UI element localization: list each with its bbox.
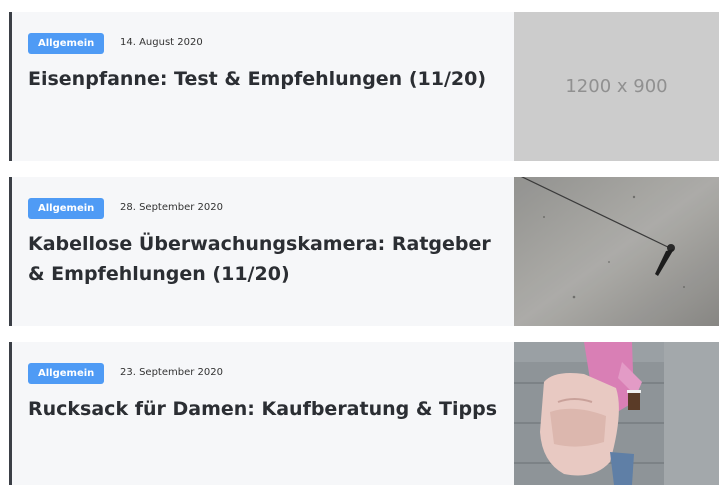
article-card[interactable]: Allgemein 28. September 2020 Kabellose Ü… (9, 177, 719, 326)
article-title[interactable]: Rucksack für Damen: Kaufberatung & Tipps (28, 394, 498, 424)
article-thumbnail[interactable] (514, 177, 719, 326)
post-date: 23. September 2020 (120, 367, 223, 378)
article-title[interactable]: Eisenpfanne: Test & Empfehlungen (11/20) (28, 64, 498, 94)
category-badge[interactable]: Allgemein (28, 363, 105, 384)
post-date: 28. September 2020 (120, 202, 223, 213)
post-date: 14. August 2020 (120, 37, 203, 48)
camera-wall-image (514, 177, 719, 326)
category-badge[interactable]: Allgemein (28, 33, 105, 54)
category-badge[interactable]: Allgemein (28, 198, 105, 219)
article-card[interactable]: Allgemein 23. September 2020 Rucksack fü… (9, 342, 719, 485)
backpack-image (514, 342, 719, 485)
placeholder-text: 1200 x 900 (565, 76, 668, 97)
article-thumbnail[interactable] (514, 342, 719, 485)
article-title[interactable]: Kabellose Überwachungskamera: Ratgeber &… (28, 229, 498, 289)
article-thumbnail[interactable]: 1200 x 900 (514, 12, 719, 161)
article-card[interactable]: Allgemein 14. August 2020 Eisenpfanne: T… (9, 12, 719, 161)
